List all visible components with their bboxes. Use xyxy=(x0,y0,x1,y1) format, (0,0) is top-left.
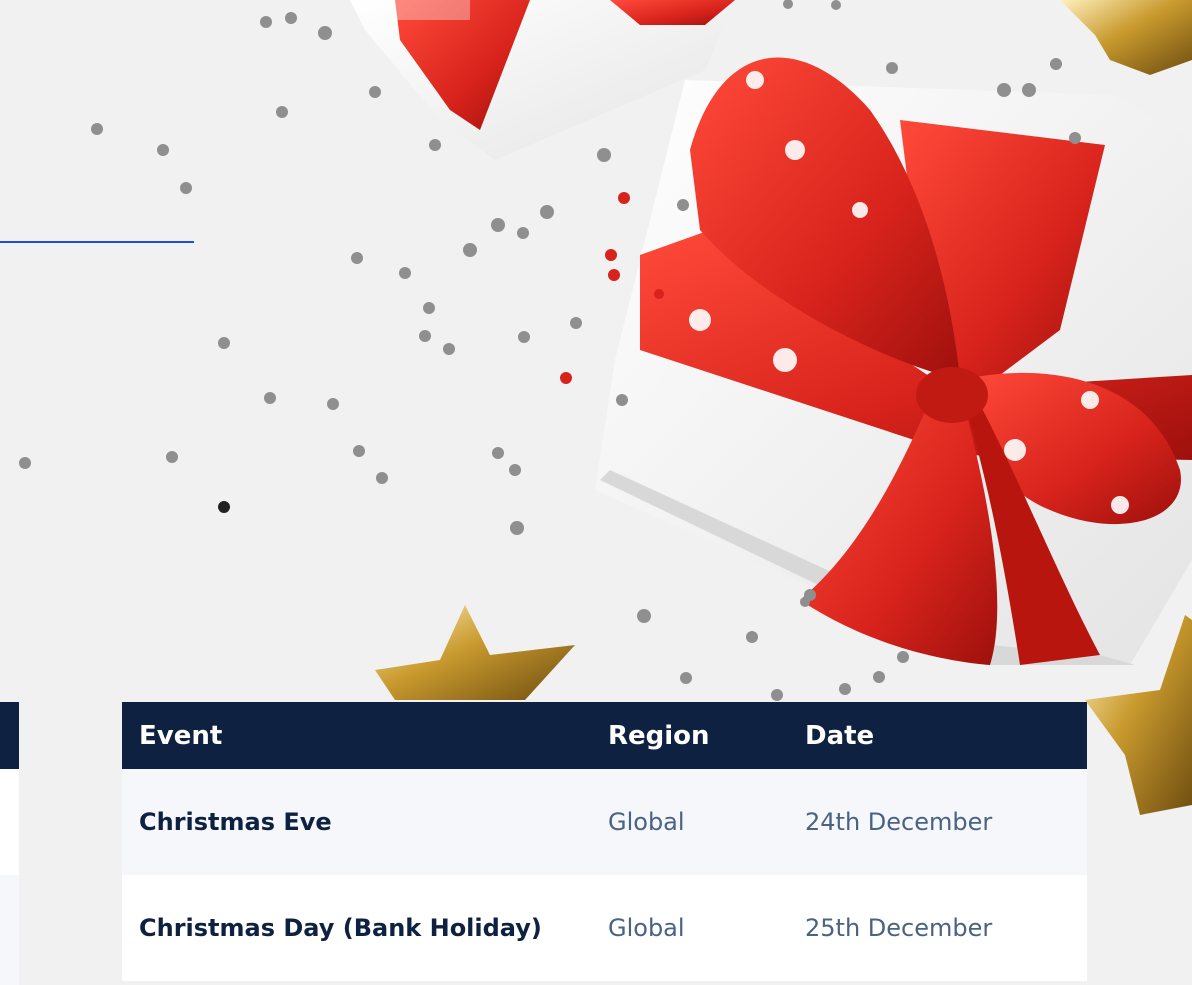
header-region: Region xyxy=(608,720,710,751)
header-event: Event xyxy=(139,720,223,751)
left-card-row-edge xyxy=(0,875,19,985)
cell-region: Global xyxy=(608,808,685,836)
cell-region: Global xyxy=(608,914,685,942)
cell-date: 25th December xyxy=(805,914,993,942)
table-row: Christmas Day (Bank Holiday) Global 25th… xyxy=(122,875,1087,981)
title-underline xyxy=(0,241,194,243)
left-card-row-edge xyxy=(0,769,19,875)
cell-event: Christmas Day (Bank Holiday) xyxy=(139,914,542,942)
events-table: Event Region Date Christmas Eve Global 2… xyxy=(122,702,1087,985)
header-date: Date xyxy=(805,720,875,751)
cell-event: Christmas Eve xyxy=(139,808,332,836)
cell-date: 24th December xyxy=(805,808,993,836)
table-header: Event Region Date xyxy=(122,702,1087,769)
left-card-header-edge xyxy=(0,702,19,769)
table-row: Christmas Eve Global 24th December xyxy=(122,769,1087,875)
